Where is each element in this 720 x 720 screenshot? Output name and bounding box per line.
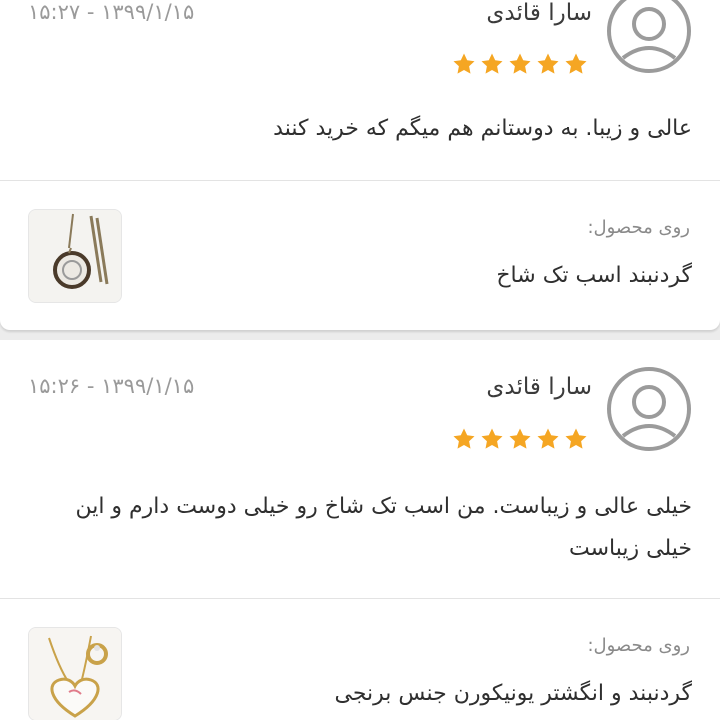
product-thumbnail[interactable] bbox=[28, 627, 122, 720]
review-comment: خیلی عالی و زیباست. من اسب تک شاخ رو خیل… bbox=[75, 494, 692, 561]
user-avatar-icon[interactable] bbox=[606, 0, 692, 74]
reviewed-product[interactable]: روی محصول: گردنبند و انگشتر یونیکورن جنس… bbox=[0, 599, 720, 720]
star-icon bbox=[481, 53, 503, 74]
star-icon bbox=[481, 428, 503, 449]
star-icon bbox=[509, 53, 531, 74]
rating-stars bbox=[452, 52, 588, 76]
star-icon bbox=[537, 428, 559, 449]
star-icon bbox=[453, 428, 475, 449]
product-thumbnail[interactable] bbox=[28, 209, 122, 303]
review-timestamp: ۱۵:۲۶ - ۱۳۹۹/۱/۱۵ bbox=[28, 374, 195, 398]
star-icon bbox=[453, 53, 475, 74]
reviews-feed: سارا قائدی ۱۵:۲۷ - ۱۳۹۹/۱/۱۵ عالی و زیبا… bbox=[0, 0, 720, 720]
necklace-image bbox=[29, 210, 121, 302]
star-icon bbox=[565, 428, 587, 449]
rating-stars bbox=[452, 427, 588, 451]
star-icon bbox=[509, 428, 531, 449]
review-comment: عالی و زیبا. به دوستانم هم میگم که خرید … bbox=[273, 116, 692, 141]
star-icon bbox=[565, 53, 587, 74]
review-body: سارا قائدی ۱۵:۲۶ - ۱۳۹۹/۱/۱۵ خیلی عالی و… bbox=[0, 340, 720, 598]
review-author: سارا قائدی bbox=[486, 0, 592, 26]
reviewed-product[interactable]: روی محصول: گردنبند اسب تک شاخ bbox=[0, 181, 720, 330]
on-product-caption: روی محصول: bbox=[587, 217, 690, 238]
user-avatar-icon[interactable] bbox=[606, 366, 692, 452]
on-product-caption: روی محصول: bbox=[587, 635, 690, 656]
review-card: سارا قائدی ۱۵:۲۷ - ۱۳۹۹/۱/۱۵ عالی و زیبا… bbox=[0, 0, 720, 330]
review-author: سارا قائدی bbox=[486, 374, 592, 400]
necklace-ring-image bbox=[29, 628, 121, 720]
review-timestamp: ۱۵:۲۷ - ۱۳۹۹/۱/۱۵ bbox=[28, 0, 195, 24]
review-card: سارا قائدی ۱۵:۲۶ - ۱۳۹۹/۱/۱۵ خیلی عالی و… bbox=[0, 340, 720, 720]
product-name[interactable]: گردنبند و انگشتر یونیکورن جنس برنجی bbox=[335, 681, 693, 706]
star-icon bbox=[537, 53, 559, 74]
review-body: سارا قائدی ۱۵:۲۷ - ۱۳۹۹/۱/۱۵ عالی و زیبا… bbox=[0, 0, 720, 180]
product-name[interactable]: گردنبند اسب تک شاخ bbox=[496, 263, 692, 288]
